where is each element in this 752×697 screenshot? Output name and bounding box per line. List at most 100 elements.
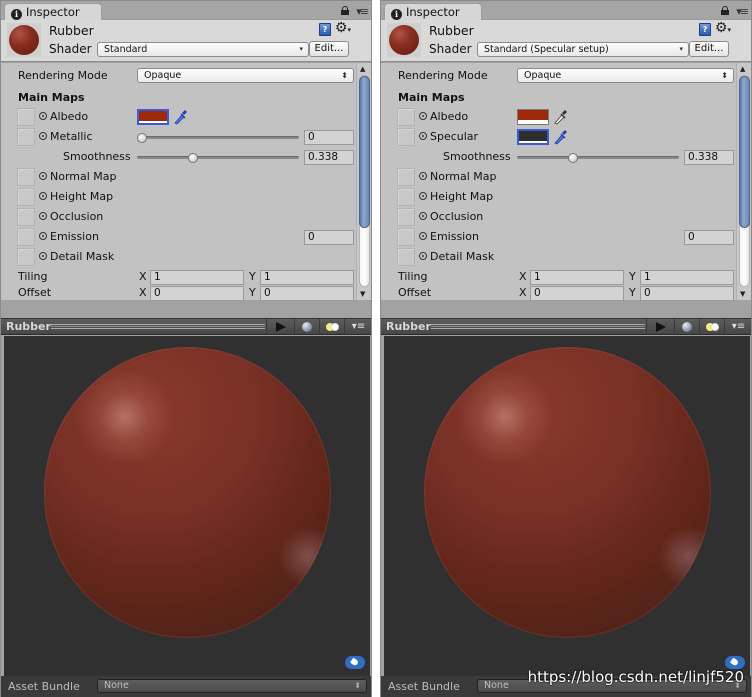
offset-y-field[interactable]: 0: [260, 286, 354, 301]
albedo-label[interactable]: Albedo: [419, 110, 468, 124]
preview-lights-button[interactable]: [699, 319, 724, 335]
object-picker-icon[interactable]: [39, 192, 47, 200]
slider-thumb[interactable]: [568, 153, 579, 163]
normal-map-label[interactable]: Normal Map: [39, 170, 117, 184]
occlusion-label[interactable]: Occlusion: [419, 210, 483, 224]
slider-thumb[interactable]: [137, 133, 147, 143]
height-map-texture-slot[interactable]: [17, 188, 35, 206]
albedo-label[interactable]: Albedo: [39, 110, 88, 124]
preview-mesh-button[interactable]: [294, 319, 319, 335]
preview-menu-button[interactable]: ▾≡: [724, 319, 752, 335]
shader-dropdown[interactable]: Standard ▾: [97, 42, 309, 57]
normal-map-label[interactable]: Normal Map: [419, 170, 497, 184]
metallic-texture-slot[interactable]: [17, 128, 35, 146]
detail-mask-texture-slot[interactable]: [397, 248, 415, 266]
tag-icon[interactable]: [345, 656, 365, 669]
emission-texture-slot[interactable]: [397, 228, 415, 246]
albedo-texture-slot[interactable]: [17, 108, 35, 126]
emission-value-field[interactable]: 0: [684, 230, 734, 245]
object-picker-icon[interactable]: [419, 192, 427, 200]
albedo-texture-slot[interactable]: [397, 108, 415, 126]
emission-value-field[interactable]: 0: [304, 230, 354, 245]
preview-menu-button[interactable]: ▾≡: [344, 319, 372, 335]
tiling-y-field[interactable]: 1: [640, 270, 734, 285]
smoothness-slider[interactable]: [137, 153, 299, 163]
lock-icon[interactable]: [721, 6, 729, 15]
gear-icon[interactable]: ⚙▾: [715, 20, 731, 36]
rendering-mode-dropdown[interactable]: Opaque ⬍: [517, 68, 734, 83]
specular-texture-slot[interactable]: [397, 128, 415, 146]
tab-menu-icon[interactable]: ▾≡: [736, 5, 749, 18]
normal-map-texture-slot[interactable]: [397, 168, 415, 186]
lock-icon[interactable]: [341, 6, 349, 15]
tiling-x-field[interactable]: 1: [150, 270, 244, 285]
albedo-color-swatch[interactable]: [517, 109, 549, 125]
specular-label[interactable]: Specular: [419, 130, 478, 144]
object-picker-icon[interactable]: [39, 212, 47, 220]
height-map-label[interactable]: Height Map: [419, 190, 493, 204]
specular-color-swatch[interactable]: [517, 129, 549, 145]
tab-inspector[interactable]: i Inspector: [4, 3, 102, 21]
preview-drag-handle[interactable]: [431, 324, 645, 329]
object-picker-icon[interactable]: [419, 212, 427, 220]
emission-label[interactable]: Emission: [39, 230, 99, 244]
eyedropper-icon[interactable]: [553, 109, 567, 125]
emission-label[interactable]: Emission: [419, 230, 479, 244]
preview-lights-button[interactable]: [319, 319, 344, 335]
tab-inspector[interactable]: i Inspector: [384, 3, 482, 21]
scroll-thumb[interactable]: [359, 76, 370, 228]
object-picker-icon[interactable]: [39, 232, 47, 240]
object-picker-icon[interactable]: [419, 232, 427, 240]
tiling-x-field[interactable]: 1: [530, 270, 624, 285]
eyedropper-icon[interactable]: [173, 109, 187, 125]
asset-bundle-dropdown[interactable]: None ⬍: [97, 679, 367, 693]
vertical-scrollbar[interactable]: ▲ ▼: [736, 63, 751, 300]
smoothness-value-field[interactable]: 0.338: [304, 150, 354, 165]
eyedropper-icon[interactable]: [553, 129, 567, 145]
occlusion-texture-slot[interactable]: [397, 208, 415, 226]
scroll-down-icon[interactable]: ▼: [740, 290, 745, 298]
vertical-scrollbar[interactable]: ▲ ▼: [356, 63, 371, 300]
object-picker-icon[interactable]: [39, 132, 47, 140]
offset-x-field[interactable]: 0: [150, 286, 244, 301]
play-button[interactable]: [646, 319, 674, 335]
object-picker-icon[interactable]: [39, 172, 47, 180]
scroll-up-icon[interactable]: ▲: [360, 65, 365, 73]
play-button[interactable]: [266, 319, 294, 335]
object-picker-icon[interactable]: [419, 112, 427, 120]
detail-mask-texture-slot[interactable]: [17, 248, 35, 266]
albedo-color-swatch[interactable]: [137, 109, 169, 125]
smoothness-value-field[interactable]: 0.338: [684, 150, 734, 165]
object-picker-icon[interactable]: [419, 252, 427, 260]
normal-map-texture-slot[interactable]: [17, 168, 35, 186]
gear-icon[interactable]: ⚙▾: [335, 20, 351, 36]
emission-texture-slot[interactable]: [17, 228, 35, 246]
occlusion-label[interactable]: Occlusion: [39, 210, 103, 224]
preview-drag-handle[interactable]: [51, 324, 265, 329]
object-picker-icon[interactable]: [419, 132, 427, 140]
metallic-label[interactable]: Metallic: [39, 130, 93, 144]
edit-shader-button[interactable]: Edit...: [689, 41, 729, 57]
detail-mask-label[interactable]: Detail Mask: [419, 250, 494, 264]
occlusion-texture-slot[interactable]: [17, 208, 35, 226]
edit-shader-button[interactable]: Edit...: [309, 41, 349, 57]
height-map-label[interactable]: Height Map: [39, 190, 113, 204]
scroll-thumb[interactable]: [739, 76, 750, 228]
help-book-icon[interactable]: ?: [699, 23, 711, 36]
rendering-mode-dropdown[interactable]: Opaque ⬍: [137, 68, 354, 83]
smoothness-slider[interactable]: [517, 153, 679, 163]
metallic-value-field[interactable]: 0: [304, 130, 354, 145]
height-map-texture-slot[interactable]: [397, 188, 415, 206]
object-picker-icon[interactable]: [419, 172, 427, 180]
tab-menu-icon[interactable]: ▾≡: [356, 5, 369, 18]
tiling-y-field[interactable]: 1: [260, 270, 354, 285]
scroll-up-icon[interactable]: ▲: [740, 65, 745, 73]
shader-dropdown[interactable]: Standard (Specular setup) ▾: [477, 42, 689, 57]
material-preview[interactable]: [4, 336, 370, 676]
offset-y-field[interactable]: 0: [640, 286, 734, 301]
preview-mesh-button[interactable]: [674, 319, 699, 335]
slider-thumb[interactable]: [188, 153, 199, 163]
metallic-slider[interactable]: [137, 133, 299, 143]
detail-mask-label[interactable]: Detail Mask: [39, 250, 114, 264]
offset-x-field[interactable]: 0: [530, 286, 624, 301]
